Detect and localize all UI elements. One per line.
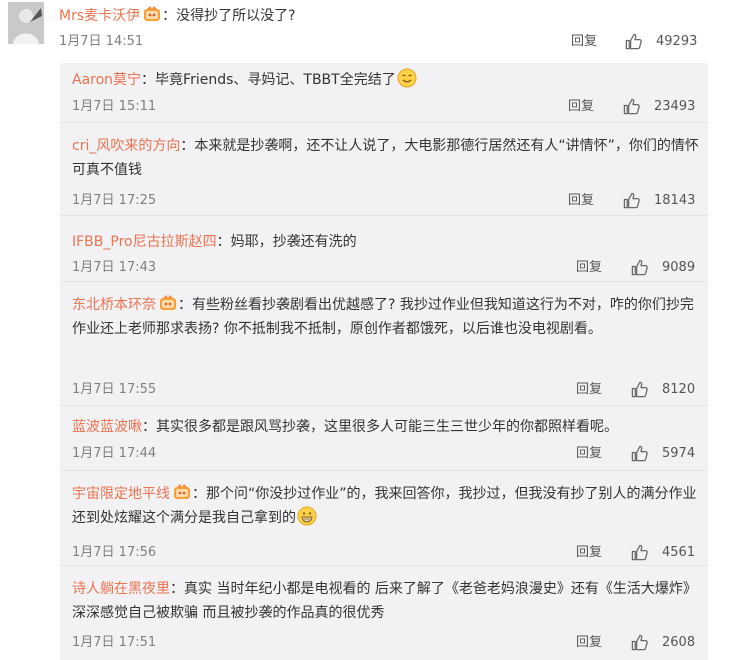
reply-line: 东北桥本环奈 ：有些粉丝看抄袭剧看出优越感了? 我抄过作业但我知道这行为不对，咋… xyxy=(72,293,700,341)
reply-meta: 1月7日 17:55 回复 8120 xyxy=(72,380,700,400)
reply-button[interactable]: 回复 xyxy=(576,258,602,278)
reply-item: cri_风吹来的方向：本来就是抄袭啊，还不让人说了，大电影那德行居然还有人“讲情… xyxy=(60,123,708,216)
reply-actions: 回复 9089 xyxy=(576,258,700,278)
reply-item: IFBB_Pro尼古拉斯赵四：妈耶，抄袭还有洗的 1月7日 17:43 回复 9… xyxy=(60,216,708,282)
thumbs-up-icon[interactable] xyxy=(624,32,643,51)
thumbs-up-icon[interactable] xyxy=(622,97,641,116)
like-count: 4561 xyxy=(662,545,696,560)
colon: ： xyxy=(141,72,156,88)
reply-line: 蓝波蓝波啾：其实很多都是跟风骂抄袭，这里很多人可能三生三世少年的你都照样看呢。 xyxy=(72,415,700,439)
like-count: 5974 xyxy=(662,446,696,461)
replies-panel: Aaron莫宁：毕竟Friends、寻妈记、TBBT全完结了 1月7日 15:1… xyxy=(60,63,708,660)
reply-text: 毕竟Friends、寻妈记、TBBT全完结了 xyxy=(155,72,396,88)
username-link[interactable]: IFBB_Pro尼古拉斯赵四 xyxy=(72,234,217,250)
reply-item: Aaron莫宁：毕竟Friends、寻妈记、TBBT全完结了 1月7日 15:1… xyxy=(60,63,708,123)
thumbs-up-icon[interactable] xyxy=(630,633,649,652)
reply-time: 1月7日 17:43 xyxy=(72,260,157,275)
reply-meta: 1月7日 17:44 回复 5974 xyxy=(72,444,700,464)
reply-actions: 回复 8120 xyxy=(576,380,700,400)
avatar[interactable] xyxy=(8,2,44,44)
reply-time: 1月7日 17:51 xyxy=(72,635,157,650)
username-link[interactable]: Mrs麦卡沃伊 xyxy=(59,8,140,24)
like-count: 23493 xyxy=(654,99,696,114)
reply-actions: 回复 4561 xyxy=(576,543,700,563)
like-count: 8120 xyxy=(662,382,696,397)
thumbs-up-icon[interactable] xyxy=(622,191,641,210)
reply-item: 宇宙限定地平线 ：那个问“你没抄过作业”的，我来回答你，我抄过，但我没有抄了别人… xyxy=(60,471,708,566)
comment-time: 1月7日 14:51 xyxy=(59,34,144,49)
reply-actions: 回复 2608 xyxy=(576,633,700,653)
reply-time: 1月7日 17:56 xyxy=(72,545,157,560)
colon: ： xyxy=(192,486,206,502)
reply-item: 东北桥本环奈 ：有些粉丝看抄袭剧看出优越感了? 我抄过作业但我知道这行为不对，咋… xyxy=(60,282,708,406)
reply-time: 1月7日 17:44 xyxy=(72,446,157,461)
main-comment: Mrs麦卡沃伊 ：没得抄了所以没了? 1月7日 14:51 回复 49293 xyxy=(0,0,735,58)
reply-time: 1月7日 17:55 xyxy=(72,382,157,397)
thumbs-up-icon[interactable] xyxy=(630,444,649,463)
reply-meta: 1月7日 17:25 回复 18143 xyxy=(72,191,700,211)
colon: ： xyxy=(162,8,177,24)
reply-time: 1月7日 17:25 xyxy=(72,193,157,208)
username-link[interactable]: 蓝波蓝波啾 xyxy=(72,419,142,435)
username-link[interactable]: Aaron莫宁 xyxy=(72,72,141,88)
comment-line: Mrs麦卡沃伊 ：没得抄了所以没了? xyxy=(59,6,296,26)
thumbs-up-icon[interactable] xyxy=(630,543,649,562)
reply-line: 诗人躺在黑夜里：真实 当时年纪小都是电视看的 后来了解了《老爸老妈浪漫史》还有《… xyxy=(72,577,700,625)
colon: ： xyxy=(170,581,184,597)
grin-emoji-icon xyxy=(297,506,317,526)
colon: ： xyxy=(180,138,195,154)
username-link[interactable]: 诗人躺在黑夜里 xyxy=(72,581,170,597)
thumbs-up-icon[interactable] xyxy=(630,380,649,399)
reply-line: 宇宙限定地平线 ：那个问“你没抄过作业”的，我来回答你，我抄过，但我没有抄了别人… xyxy=(72,482,700,530)
reply-button[interactable]: 回复 xyxy=(576,380,602,400)
comment-text: 没得抄了所以没了? xyxy=(176,8,296,24)
username-link[interactable]: cri_风吹来的方向 xyxy=(72,138,180,154)
like-count: 2608 xyxy=(662,635,696,650)
reply-meta: 1月7日 17:51 回复 2608 xyxy=(72,633,700,653)
like-count: 9089 xyxy=(662,260,696,275)
colon: ： xyxy=(178,297,192,313)
colon: ： xyxy=(216,234,231,250)
reply-actions: 回复 18143 xyxy=(568,191,700,211)
reply-item: 诗人躺在黑夜里：真实 当时年纪小都是电视看的 后来了解了《老爸老妈浪漫史》还有《… xyxy=(60,566,708,660)
comment-meta: 1月7日 14:51 回复 49293 xyxy=(59,32,719,52)
reply-button[interactable]: 回复 xyxy=(571,32,597,52)
reply-button[interactable]: 回复 xyxy=(576,444,602,464)
reply-text: 妈耶，抄袭还有洗的 xyxy=(230,234,357,250)
reply-actions: 回复 23493 xyxy=(568,97,700,117)
reply-item: 蓝波蓝波啾：其实很多都是跟风骂抄袭，这里很多人可能三生三世少年的你都照样看呢。 … xyxy=(60,406,708,471)
reply-meta: 1月7日 15:11 回复 23493 xyxy=(72,97,700,117)
reply-meta: 1月7日 17:56 回复 4561 xyxy=(72,543,700,563)
vip-badge-icon xyxy=(143,6,161,22)
username-link[interactable]: 宇宙限定地平线 xyxy=(72,486,170,502)
username-link[interactable]: 东北桥本环奈 xyxy=(72,297,156,313)
comment-actions: 回复 49293 xyxy=(571,32,719,52)
avatar-image xyxy=(8,2,44,44)
vip-badge-icon xyxy=(159,295,177,311)
reply-button[interactable]: 回复 xyxy=(568,97,594,117)
like-count: 49293 xyxy=(656,34,698,49)
reply-button[interactable]: 回复 xyxy=(576,543,602,563)
like-count: 18143 xyxy=(654,193,696,208)
reply-line: IFBB_Pro尼古拉斯赵四：妈耶，抄袭还有洗的 xyxy=(72,230,700,254)
thumbs-up-icon[interactable] xyxy=(630,258,649,277)
reply-line: cri_风吹来的方向：本来就是抄袭啊，还不让人说了，大电影那德行居然还有人“讲情… xyxy=(72,134,700,182)
reply-time: 1月7日 15:11 xyxy=(72,99,157,114)
reply-line: Aaron莫宁：毕竟Friends、寻妈记、TBBT全完结了 xyxy=(72,68,700,92)
vip-badge-icon xyxy=(173,484,191,500)
smile-emoji-icon xyxy=(397,68,417,88)
reply-actions: 回复 5974 xyxy=(576,444,700,464)
reply-meta: 1月7日 17:43 回复 9089 xyxy=(72,258,700,278)
colon: ： xyxy=(142,419,156,435)
reply-button[interactable]: 回复 xyxy=(568,191,594,211)
reply-button[interactable]: 回复 xyxy=(576,633,602,653)
reply-text: 其实很多都是跟风骂抄袭，这里很多人可能三生三世少年的你都照样看呢。 xyxy=(156,419,618,435)
